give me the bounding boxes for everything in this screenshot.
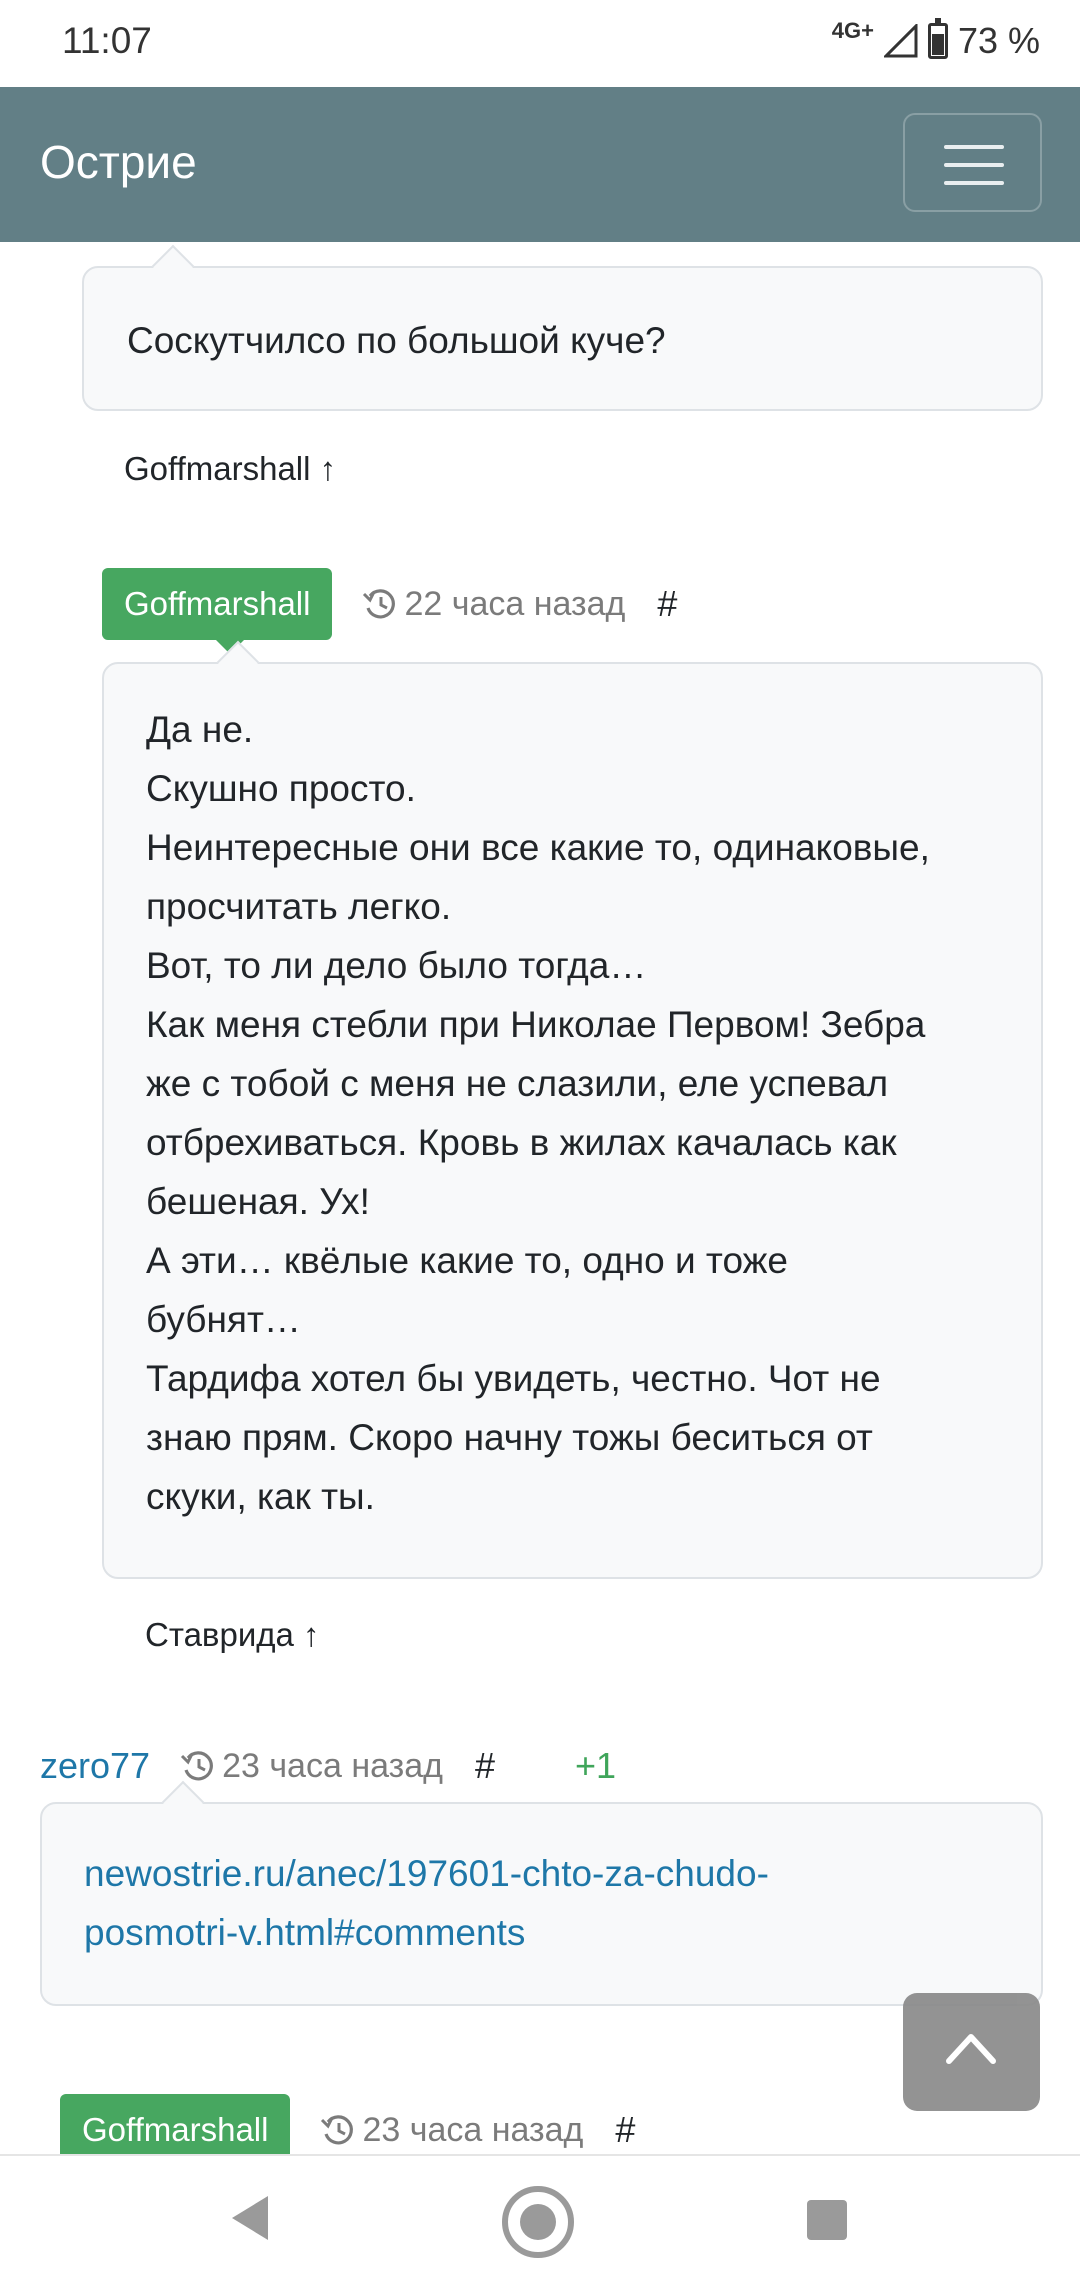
comment-time: 23 часа назад <box>180 1747 443 1786</box>
status-time: 11:07 <box>62 20 152 61</box>
network-type: 4G+ <box>831 18 874 43</box>
comment-text-line: Соскутчилсо по большой куче? <box>127 320 666 361</box>
comment-meta: zero77 23 часа назад # +1 <box>40 1730 616 1802</box>
author-badge[interactable]: Goffmarshall <box>102 568 333 654</box>
comment-text-line: знаю прям. Скоро начну тожы беситься от <box>146 1417 873 1458</box>
history-icon <box>181 1751 213 1781</box>
comment-time: 22 часа назад <box>362 585 625 624</box>
chevron-up-icon <box>946 2034 996 2064</box>
site-brand[interactable]: Острие <box>40 135 197 189</box>
comment-text-line: же с тобой с меня не слазили, еле успева… <box>146 1063 889 1104</box>
back-icon[interactable] <box>228 2192 272 2244</box>
history-icon <box>321 2115 354 2145</box>
battery-percent: 73 % <box>957 20 1040 61</box>
menu-toggle-button[interactable] <box>903 113 1042 212</box>
comment-text-line: бешеная. Ух! <box>146 1181 370 1222</box>
comment-text-line: просчитать легко. <box>146 886 452 927</box>
comment-body: newostrie.ru/anec/197601-chto-za-chudo- … <box>40 1802 1043 2006</box>
comment-meta: Goffmarshall 22 часа назад # <box>102 568 677 654</box>
comment-meta: Goffmarshall 23 часа назад # <box>60 2094 635 2154</box>
recent-apps-icon[interactable] <box>807 2200 847 2240</box>
comment-text-line: Да не. <box>146 709 254 750</box>
status-bar: 11:07 4G+ 73 % <box>0 0 1080 87</box>
signal-icon <box>883 24 918 58</box>
reply-to-link[interactable]: Goffmarshall ↑ <box>124 450 336 488</box>
comment-rating: +1 <box>575 1745 617 1786</box>
comment-text-line: Скушно просто. <box>146 768 416 809</box>
battery-icon <box>927 18 948 59</box>
comment-text-line: Тардифа хотел бы увидеть, честно. Чот не <box>146 1358 881 1399</box>
comment-body: Соскутчилсо по большой куче? <box>82 266 1043 411</box>
comment-link[interactable]: newostrie.ru/anec/197601-chto-za-chudo- <box>84 1844 999 1903</box>
comment-text-line: Вот, то ли дело было тогда… <box>146 945 647 986</box>
permalink-anchor[interactable]: # <box>475 1745 495 1787</box>
scroll-to-top-button[interactable] <box>903 1993 1040 2111</box>
reply-to-link[interactable]: Ставрида ↑ <box>145 1616 320 1654</box>
status-icons: 4G+ 73 % <box>831 18 1040 62</box>
home-icon[interactable] <box>500 2184 576 2260</box>
comment-text-line: бубнят… <box>146 1299 301 1340</box>
permalink-anchor[interactable]: # <box>657 583 677 625</box>
comment-text-line: отбрехиваться. Кровь в жилах качалась ка… <box>146 1122 897 1163</box>
comment-text-line: скуки, как ты. <box>146 1476 375 1517</box>
comment-body: Да не. Скушно просто. Неинтересные они в… <box>102 662 1043 1579</box>
hamburger-menu-icon <box>944 145 1004 149</box>
comment-time: 23 часа назад <box>320 2111 583 2150</box>
comment-link[interactable]: posmotri-v.html#comments <box>84 1903 999 1962</box>
author-link[interactable]: zero77 <box>40 1745 150 1787</box>
comment-text-line: Как меня стебли при Николае Первом! Зебр… <box>146 1004 926 1045</box>
comments-list: Соскутчилсо по большой куче? Goffmarshal… <box>0 242 1080 2154</box>
permalink-anchor[interactable]: # <box>615 2109 635 2151</box>
system-navigation-bar <box>0 2154 1080 2280</box>
history-icon <box>363 589 396 619</box>
comment-text-line: А эти… квёлые какие то, одно и тоже <box>146 1240 788 1281</box>
top-navbar: Острие <box>0 87 1080 242</box>
author-badge[interactable]: Goffmarshall <box>60 2094 291 2154</box>
comment-text-line: Неинтересные они все какие то, одинаковы… <box>146 827 930 868</box>
